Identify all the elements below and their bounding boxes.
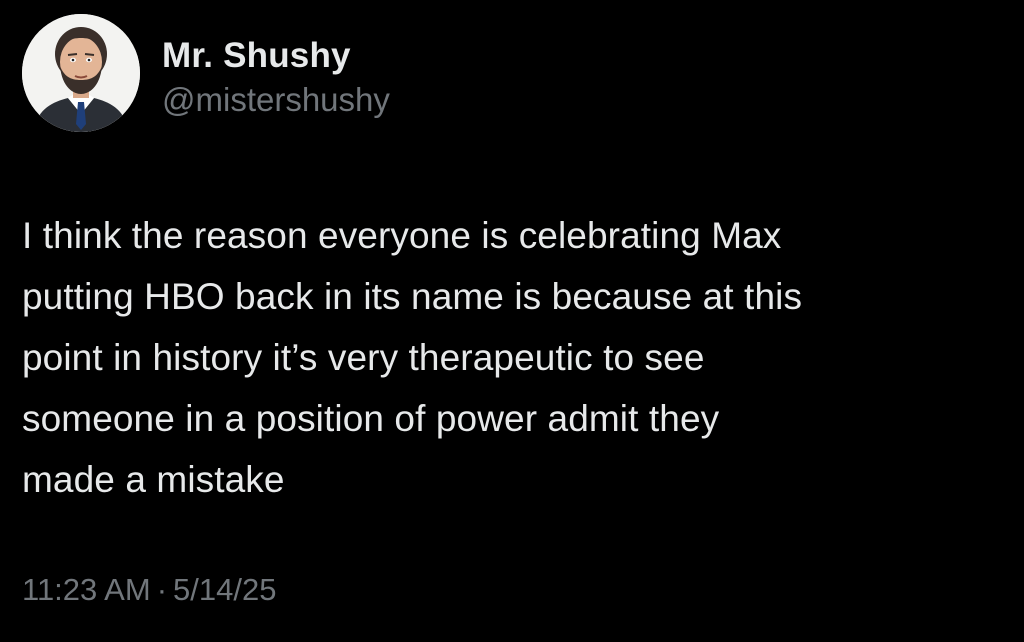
- cartoon-bearded-man-avatar-icon: [22, 14, 140, 132]
- post-text-line: someone in a position of power admit the…: [22, 398, 720, 439]
- post-time: 11:23 AM: [22, 572, 151, 607]
- post-card: Mr. Shushy @mistershushy I think the rea…: [0, 0, 1024, 642]
- post-text-line: made a mistake: [22, 459, 285, 500]
- author-names: Mr. Shushy @mistershushy: [162, 36, 390, 120]
- post-date: 5/14/25: [173, 572, 277, 607]
- meta-separator: ·: [156, 572, 168, 607]
- author-handle[interactable]: @mistershushy: [162, 80, 390, 120]
- author-display-name[interactable]: Mr. Shushy: [162, 36, 390, 76]
- post-header: Mr. Shushy @mistershushy: [22, 14, 390, 132]
- post-text: I think the reason everyone is celebrati…: [22, 205, 1002, 510]
- post-timestamp[interactable]: 11:23 AM · 5/14/25: [22, 570, 276, 610]
- post-text-line: putting HBO back in its name is because …: [22, 276, 803, 317]
- post-text-line: I think the reason everyone is celebrati…: [22, 215, 782, 256]
- avatar[interactable]: [22, 14, 140, 132]
- post-text-line: point in history it’s very therapeutic t…: [22, 337, 705, 378]
